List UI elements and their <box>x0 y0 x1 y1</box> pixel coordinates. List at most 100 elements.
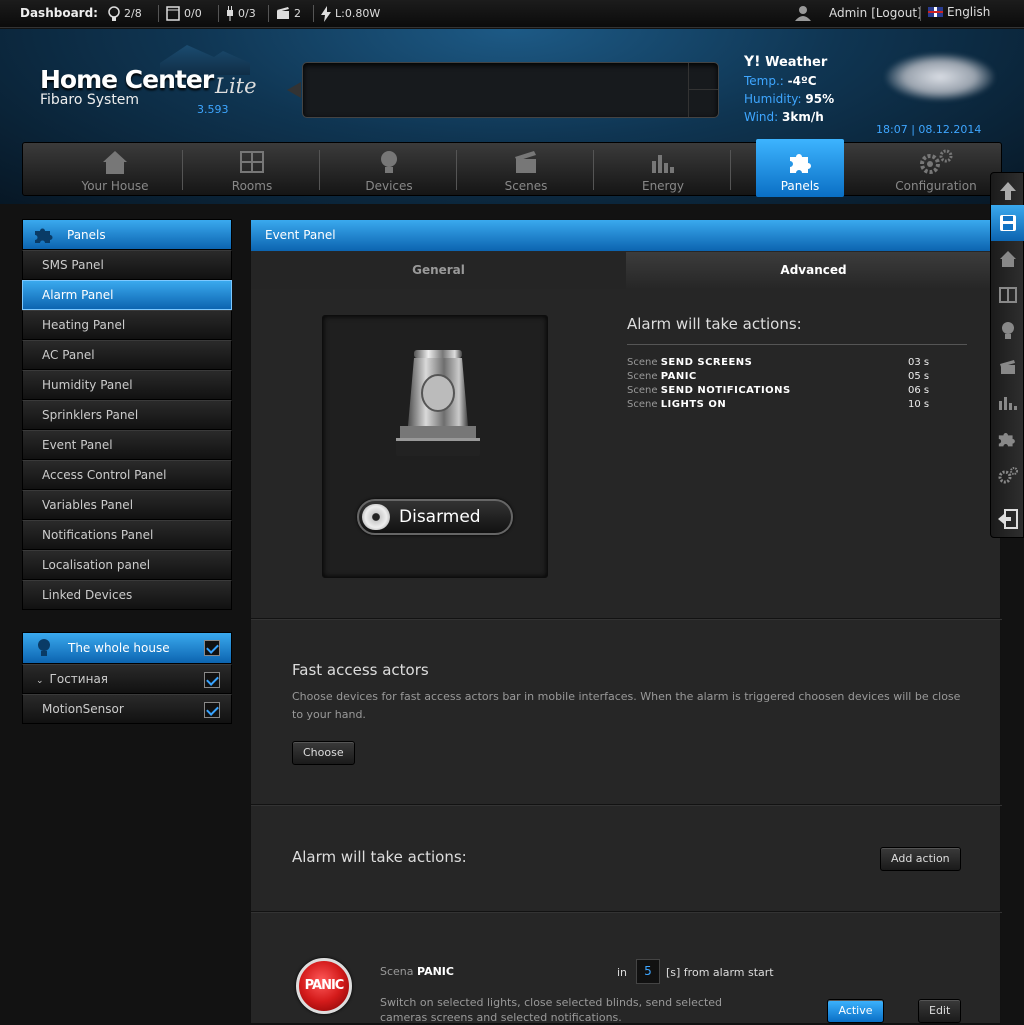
top-status-bar: Dashboard: 2/8 0/0 0/3 2 L:0.80W Admin [… <box>0 0 1024 28</box>
quick-rooms-button[interactable] <box>991 277 1024 313</box>
logo-subtitle: Fibaro System <box>40 92 140 108</box>
message-box <box>302 62 719 118</box>
sidebar-item-alarm[interactable]: Alarm Panel <box>22 280 232 310</box>
bulb-icon <box>38 639 50 656</box>
fast-access-title: Fast access actors <box>292 661 429 679</box>
chevron-down-icon[interactable]: ⌄ <box>36 676 44 686</box>
tab-rooms[interactable]: Rooms <box>184 143 320 197</box>
toggle-knob <box>362 504 390 530</box>
scene-name: Scena PANIC <box>380 965 454 978</box>
tab-panels[interactable]: Panels <box>756 139 844 197</box>
weather-wind: Wind: 3km/h <box>744 110 824 124</box>
plugs-stat[interactable]: 0/3 <box>218 5 256 22</box>
action-row: Scene PANIC 05 s <box>627 371 930 382</box>
from-alarm-label: [s] from alarm start <box>666 966 774 979</box>
exit-button[interactable] <box>991 501 1024 537</box>
blinds-count: 0/0 <box>184 7 202 20</box>
main-panel-title: Event Panel <box>251 220 1000 251</box>
sidebar-header: Panels <box>22 219 232 250</box>
quick-config-button[interactable] <box>991 457 1024 493</box>
sidebar-item-notifications[interactable]: Notifications Panel <box>22 520 232 550</box>
sidebar-item-event[interactable]: Event Panel <box>22 430 232 460</box>
plugs-count: 0/3 <box>238 7 256 20</box>
dashboard-label: Dashboard: <box>20 6 98 20</box>
tab-your-house[interactable]: Your House <box>47 143 183 197</box>
sidebar-item-heating[interactable]: Heating Panel <box>22 310 232 340</box>
tab-devices[interactable]: Devices <box>321 143 457 197</box>
language-label: English <box>947 5 991 19</box>
room-item[interactable]: ⌄ Гостиная <box>22 664 232 694</box>
blinds-stat[interactable]: 0/0 <box>158 5 202 22</box>
sidebar-item-variables[interactable]: Variables Panel <box>22 490 232 520</box>
house-icon <box>103 151 127 174</box>
tab-general[interactable]: General <box>251 252 626 289</box>
whole-house-checkbox[interactable] <box>204 640 220 656</box>
panels-sidebar: Panels SMS Panel Alarm Panel Heating Pan… <box>22 219 232 610</box>
tab-advanced[interactable]: Advanced <box>626 252 1001 289</box>
house-filter-title: The whole house <box>68 641 170 655</box>
fast-access-section: Fast access actors Choose devices for fa… <box>292 661 972 724</box>
in-label: in <box>617 966 628 979</box>
language-selector[interactable]: English <box>919 5 991 21</box>
bulb-icon <box>381 151 397 173</box>
sidebar-item-access-control[interactable]: Access Control Panel <box>22 460 232 490</box>
puzzle-icon <box>790 154 811 173</box>
sidebar-item-ac[interactable]: AC Panel <box>22 340 232 370</box>
message-scroll-buttons[interactable] <box>688 63 718 117</box>
edit-button[interactable]: Edit <box>918 999 961 1023</box>
room-checkbox[interactable] <box>204 672 220 688</box>
active-button[interactable]: Active <box>827 999 884 1023</box>
quick-house-button[interactable] <box>991 241 1024 277</box>
lights-stat[interactable]: 2/8 <box>108 5 142 22</box>
action-row: Scene SEND SCREENS 03 s <box>627 357 930 368</box>
save-icon <box>1000 215 1016 231</box>
tab-scenes[interactable]: Scenes <box>458 143 594 197</box>
quick-energy-button[interactable] <box>991 385 1024 421</box>
arrow-up-icon <box>1000 182 1016 200</box>
user-area: Admin [Logout] <box>795 5 922 21</box>
add-action-button[interactable]: Add action <box>880 847 961 871</box>
clapper-icon <box>1000 360 1015 374</box>
panic-button-icon: PANIC <box>296 958 352 1014</box>
quick-devices-button[interactable] <box>991 313 1024 349</box>
user-name: Admin <box>829 6 868 20</box>
delay-input[interactable]: 5 <box>636 959 660 984</box>
quick-nav-bar <box>990 172 1024 538</box>
fast-access-description: Choose devices for fast access actors ba… <box>292 690 961 721</box>
lights-count: 2/8 <box>124 7 142 20</box>
power-value: L:0.80W <box>335 7 381 20</box>
choose-button[interactable]: Choose <box>292 741 355 765</box>
tab-configuration[interactable]: Configuration <box>868 143 1004 197</box>
actions-summary-title: Alarm will take actions: <box>627 315 967 345</box>
quick-scenes-button[interactable] <box>991 349 1024 385</box>
power-stat[interactable]: L:0.80W <box>313 5 381 22</box>
alarm-status-box: Disarmed <box>322 315 548 578</box>
weather-humidity: Humidity: 95% <box>744 92 835 106</box>
scroll-top-button[interactable] <box>991 173 1024 209</box>
puzzle-icon <box>35 228 53 243</box>
scenes-icon <box>277 7 289 19</box>
sidebar-item-sms[interactable]: SMS Panel <box>22 250 232 280</box>
alarm-toggle[interactable]: Disarmed <box>357 499 513 535</box>
device-item[interactable]: MotionSensor <box>22 694 232 724</box>
main-nav: Your House Rooms Devices Scenes Energy P… <box>22 139 1004 197</box>
sidebar-item-sprinklers[interactable]: Sprinklers Panel <box>22 400 232 430</box>
sidebar-item-humidity[interactable]: Humidity Panel <box>22 370 232 400</box>
actions-title: Alarm will take actions: <box>292 848 467 866</box>
section-divider <box>251 804 1002 806</box>
tab-energy[interactable]: Energy <box>595 143 731 197</box>
blinds-icon <box>166 6 180 21</box>
save-button[interactable] <box>991 205 1024 241</box>
bulb-icon <box>108 5 120 21</box>
house-filter-header[interactable]: The whole house <box>22 632 232 664</box>
logout-link[interactable]: [Logout] <box>871 6 921 20</box>
quick-panels-button[interactable] <box>991 421 1024 457</box>
device-checkbox[interactable] <box>204 702 220 718</box>
uk-flag-icon <box>928 7 943 17</box>
lightning-icon <box>321 5 331 22</box>
scenes-stat[interactable]: 2 <box>268 5 301 22</box>
sidebar-item-localisation[interactable]: Localisation panel <box>22 550 232 580</box>
logo: Home Center Fibaro System Lite 3.593 <box>40 65 257 116</box>
gears-icon <box>920 149 953 174</box>
sidebar-item-linked-devices[interactable]: Linked Devices <box>22 580 232 610</box>
